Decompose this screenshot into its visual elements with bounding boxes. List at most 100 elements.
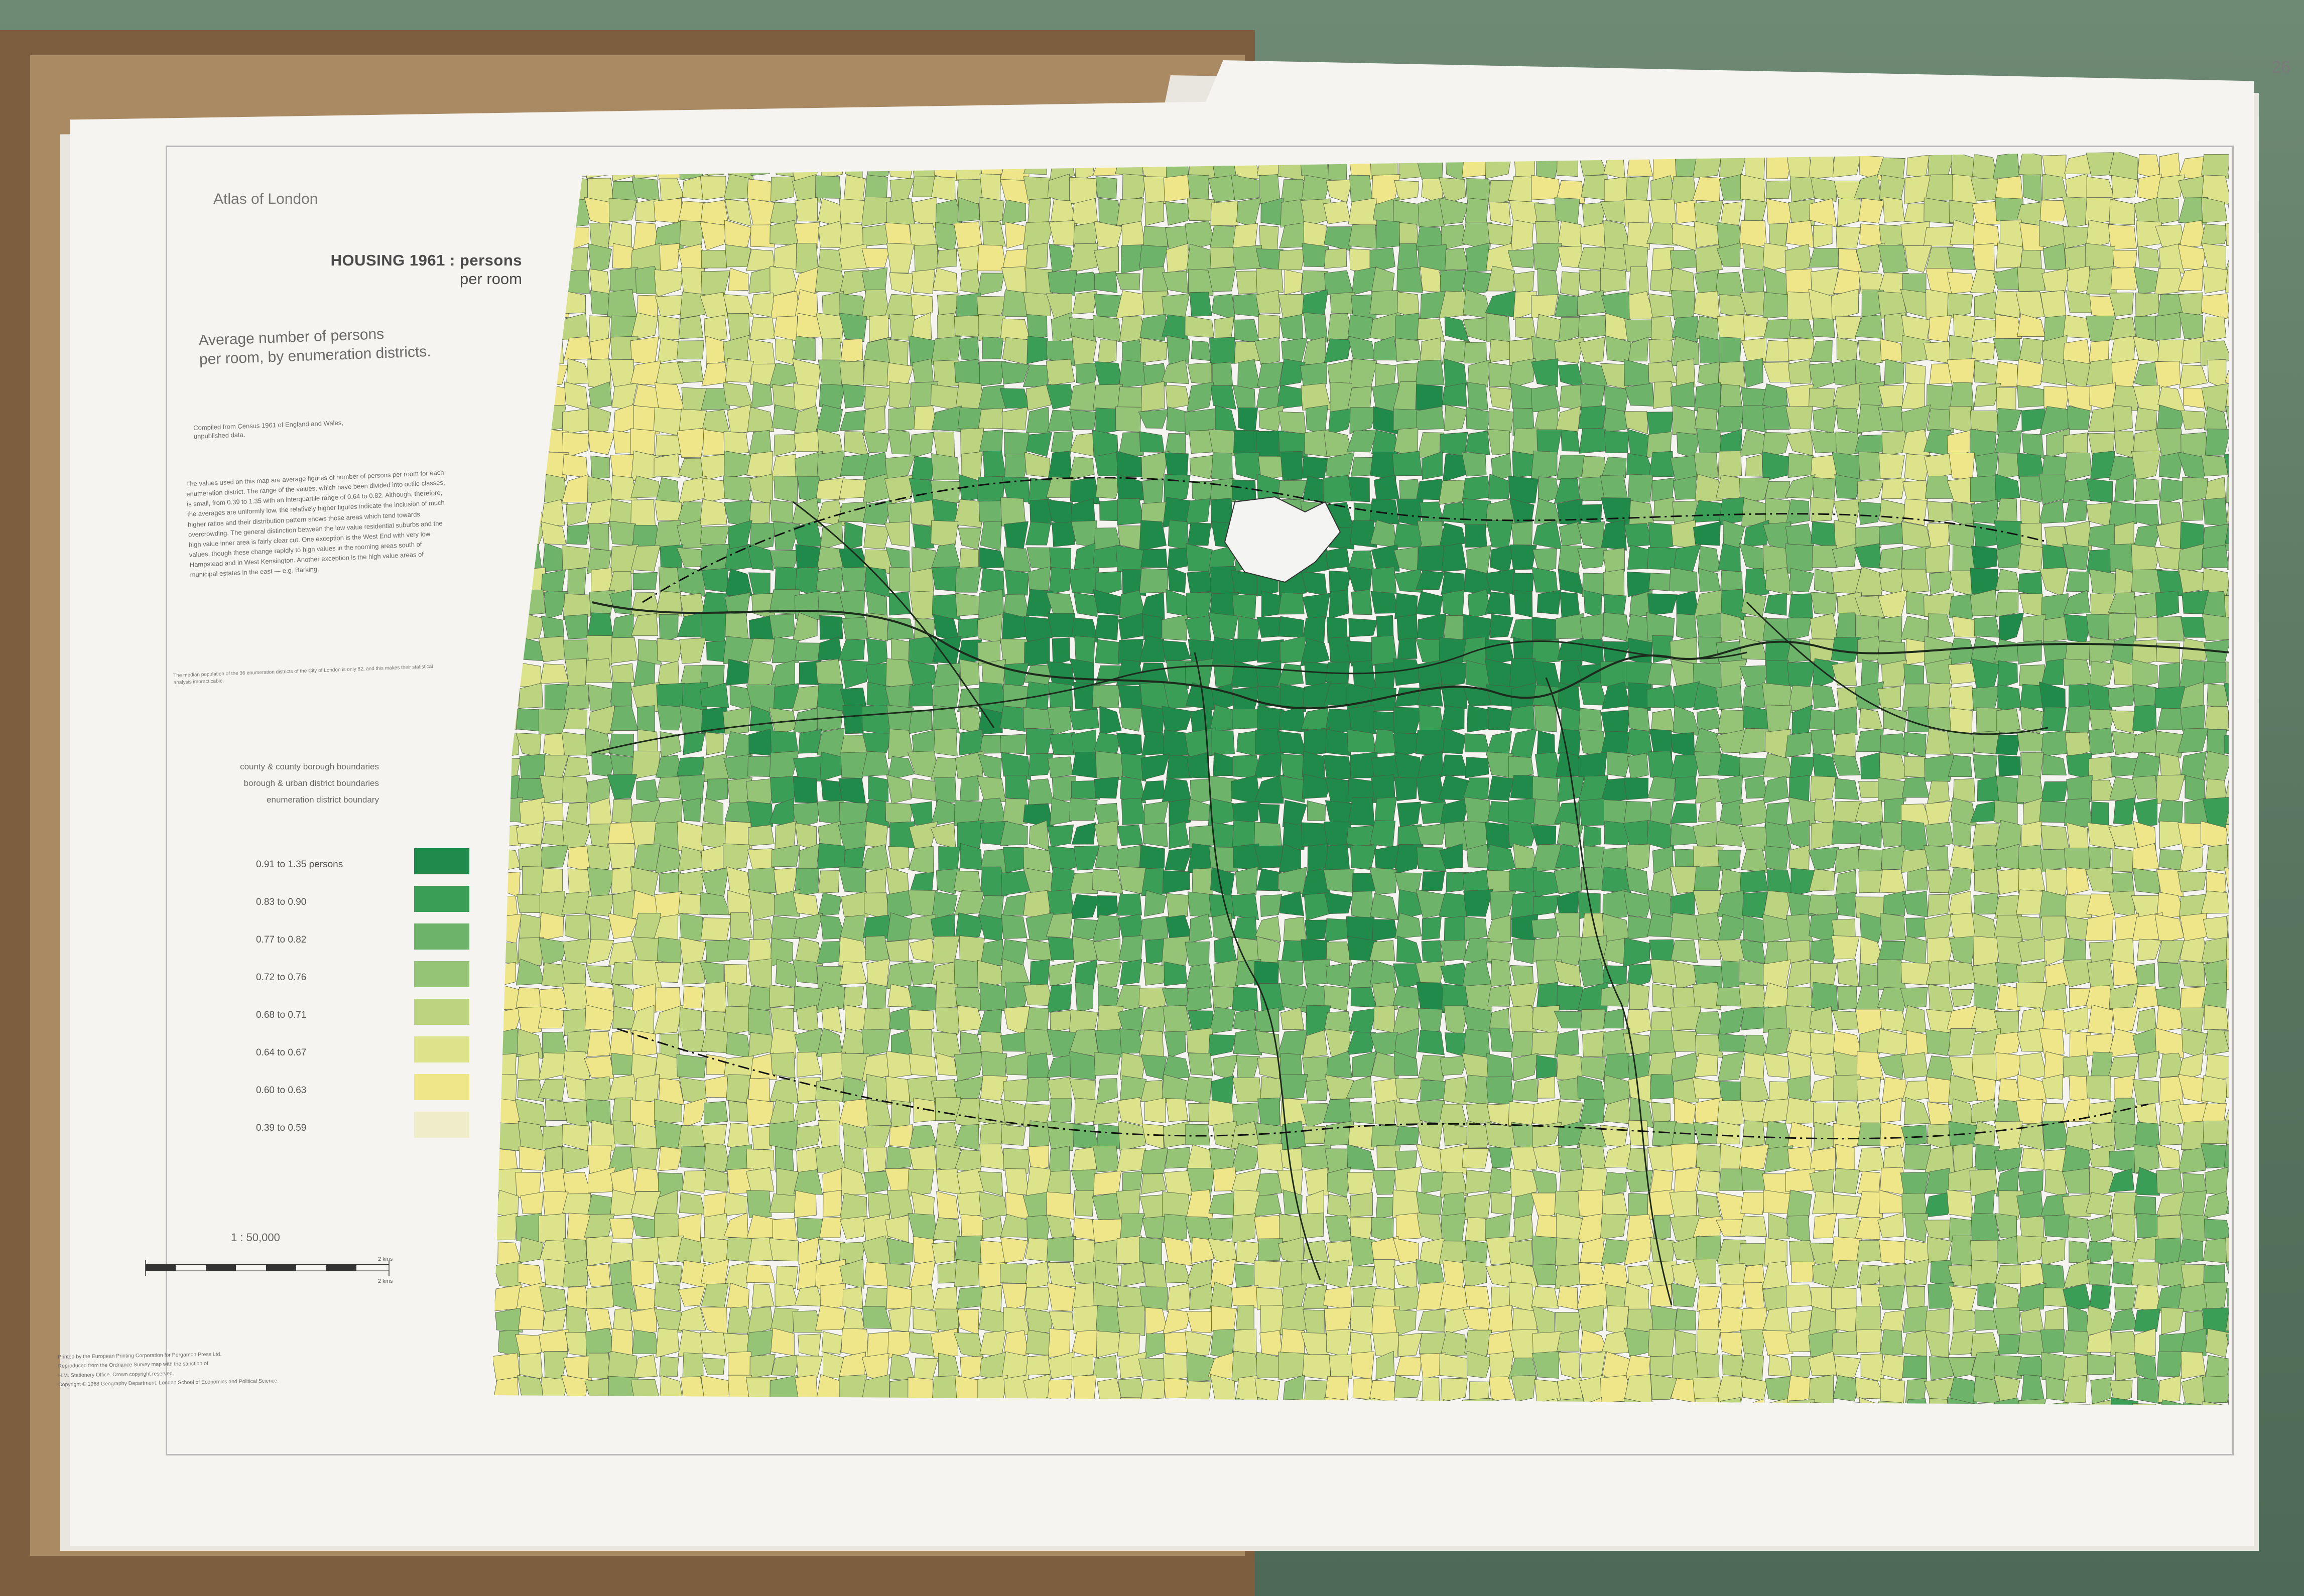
- district-polygon: [1023, 292, 1051, 317]
- district-polygon: [2063, 1055, 2090, 1079]
- district-polygon: [1834, 778, 1859, 800]
- district-polygon: [1741, 1166, 1766, 1190]
- district-polygon: [702, 1401, 727, 1405]
- district-polygon: [1974, 616, 2000, 638]
- district-polygon: [1881, 477, 1906, 499]
- district-polygon: [1855, 986, 1880, 1013]
- district-polygon: [564, 914, 590, 943]
- district-polygon: [519, 1145, 546, 1171]
- district-polygon: [1535, 221, 1561, 245]
- district-polygon: [959, 269, 981, 294]
- district-polygon: [1141, 780, 1165, 801]
- district-polygon: [1531, 294, 1558, 319]
- district-polygon: [727, 937, 752, 961]
- district-polygon: [1953, 820, 1972, 847]
- district-polygon: [493, 567, 517, 597]
- district-polygon: [1370, 519, 1397, 548]
- district-polygon: [2020, 499, 2040, 524]
- district-polygon: [1027, 1215, 1051, 1242]
- district-polygon: [1348, 705, 1377, 735]
- district-polygon: [1974, 360, 1999, 384]
- district-polygon: [1857, 1147, 1885, 1172]
- district-polygon: [1650, 269, 1673, 293]
- district-polygon: [1900, 1052, 1929, 1079]
- district-polygon: [1026, 432, 1052, 457]
- district-polygon: [1444, 404, 1468, 431]
- district-polygon: [1464, 916, 1487, 942]
- district-polygon: [839, 961, 867, 985]
- district-polygon: [1026, 1007, 1049, 1031]
- district-polygon: [816, 450, 846, 482]
- district-polygon: [2108, 1028, 2139, 1058]
- district-polygon: [1971, 1098, 1997, 1123]
- district-polygon: [1971, 319, 1996, 342]
- district-polygon: [1698, 568, 1721, 592]
- district-polygon: [1995, 735, 2021, 756]
- district-polygon: [1971, 499, 1999, 524]
- district-polygon: [954, 890, 984, 915]
- district-polygon: [816, 1100, 841, 1124]
- district-polygon: [1185, 1124, 1211, 1146]
- district-polygon: [1092, 732, 1122, 755]
- district-polygon: [2205, 1328, 2229, 1358]
- district-polygon: [2110, 267, 2138, 291]
- district-polygon: [1208, 1034, 1236, 1057]
- district-polygon: [492, 498, 523, 525]
- district-polygon: [2067, 1216, 2089, 1239]
- district-polygon: [1027, 336, 1048, 364]
- district-polygon: [1002, 337, 1029, 365]
- district-polygon: [2181, 1029, 2208, 1059]
- district-polygon: [953, 221, 982, 248]
- district-polygon: [1832, 151, 1862, 178]
- district-polygon: [611, 866, 634, 894]
- district-polygon: [2066, 571, 2090, 592]
- district-polygon: [1441, 1192, 1467, 1217]
- district-polygon: [657, 705, 684, 731]
- district-polygon: [1369, 940, 1395, 962]
- district-polygon: [493, 848, 521, 873]
- district-polygon: [1237, 359, 1261, 389]
- district-polygon: [730, 912, 753, 939]
- district-polygon: [2022, 174, 2042, 203]
- district-polygon: [1695, 1397, 1719, 1405]
- district-polygon: [1348, 1008, 1377, 1034]
- district-polygon: [654, 382, 685, 410]
- district-polygon: [1073, 1239, 1097, 1266]
- district-polygon: [1165, 452, 1189, 477]
- district-polygon: [1973, 983, 1999, 1010]
- district-polygon: [1745, 454, 1763, 477]
- district-polygon: [1305, 919, 1328, 941]
- district-polygon: [1346, 566, 1372, 591]
- district-polygon: [1558, 363, 1584, 389]
- district-polygon: [632, 1030, 657, 1057]
- district-polygon: [1716, 821, 1744, 847]
- district-polygon: [1003, 684, 1029, 709]
- district-polygon: [1877, 686, 1901, 711]
- legend-label: 0.60 to 0.63: [256, 1085, 307, 1096]
- district-polygon: [1996, 387, 2016, 412]
- district-polygon: [1532, 1098, 1562, 1127]
- district-polygon: [494, 913, 522, 944]
- district-polygon: [1417, 545, 1445, 571]
- district-polygon: [1259, 225, 1279, 251]
- district-polygon: [1810, 1052, 1838, 1078]
- district-polygon: [1513, 1214, 1533, 1242]
- district-polygon: [1739, 757, 1767, 778]
- district-polygon: [957, 407, 982, 432]
- district-polygon: [2180, 410, 2208, 430]
- district-polygon: [769, 1120, 799, 1151]
- district-polygon: [1373, 1005, 1395, 1033]
- district-polygon: [2087, 1004, 2114, 1035]
- district-polygon: [1301, 456, 1328, 479]
- district-polygon: [2089, 727, 2114, 755]
- district-polygon: [1836, 226, 1861, 249]
- district-polygon: [1692, 1077, 1721, 1099]
- district-polygon: [1186, 985, 1212, 1013]
- district-polygon: [1099, 706, 1122, 735]
- district-polygon: [1671, 732, 1695, 758]
- district-polygon: [2181, 1351, 2206, 1379]
- district-polygon: [2136, 963, 2155, 986]
- district-polygon: [1236, 1055, 1260, 1081]
- district-polygon: [1023, 151, 1047, 175]
- district-polygon: [1488, 408, 1514, 433]
